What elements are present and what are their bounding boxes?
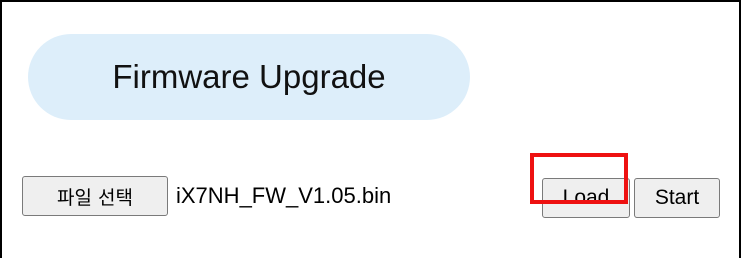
start-button[interactable]: Start <box>634 178 720 218</box>
page-title: Firmware Upgrade <box>112 58 386 95</box>
title-banner: Firmware Upgrade <box>28 34 470 120</box>
choose-file-button[interactable]: 파일 선택 <box>22 176 168 216</box>
load-button[interactable]: Load <box>542 178 630 218</box>
selected-file-name: iX7NH_FW_V1.05.bin <box>176 183 392 208</box>
firmware-panel: Firmware Upgrade 파일 선택 iX7NH_FW_V1.05.bi… <box>0 0 741 258</box>
